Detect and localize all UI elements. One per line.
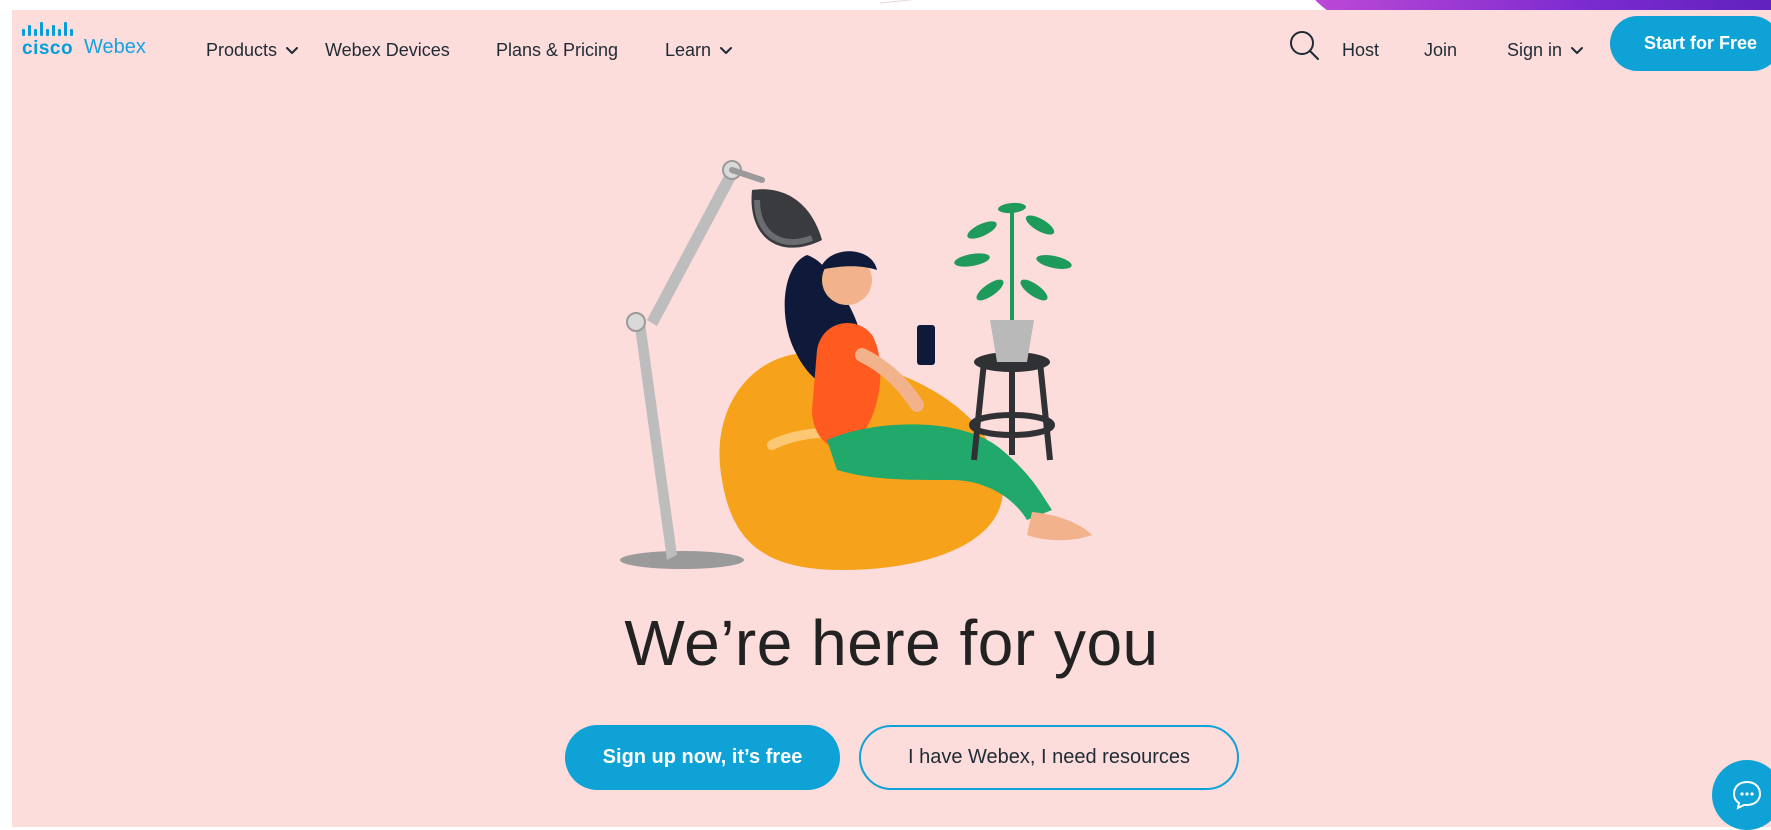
chevron-down-icon [720,46,733,54]
chevron-down-icon [286,46,299,54]
nav-webex-devices-label: Webex Devices [325,40,450,60]
nav-sign-in-label: Sign in [1507,40,1563,60]
search-icon[interactable] [1287,28,1321,62]
webex-wordmark: Webex [84,36,146,58]
resources-button[interactable]: I have Webex, I need resources [859,725,1239,790]
top-nav: cisco Webex Products Webex Devices Plans… [12,10,1771,82]
webex-home-page: cisco Webex Products Webex Devices Plans… [12,10,1771,830]
nav-products[interactable]: Products [206,40,299,61]
nav-products-label: Products [206,40,278,60]
nav-sign-in[interactable]: Sign in [1507,40,1584,61]
nav-plans-pricing-label: Plans & Pricing [496,40,619,60]
nav-learn-label: Learn [665,40,712,60]
chat-widget[interactable] [1712,760,1771,830]
nav-plans-pricing[interactable]: Plans & Pricing [496,40,618,61]
cisco-wordmark: cisco [22,38,74,59]
nav-host-label: Host [1342,40,1380,60]
cisco-webex-logo[interactable]: cisco Webex [22,16,172,64]
chat-icon [1732,780,1762,810]
nav-webex-devices[interactable]: Webex Devices [325,40,450,61]
nav-learn[interactable]: Learn [665,40,733,61]
sign-up-free-button[interactable]: Sign up now, it’s free [565,725,840,790]
nav-join[interactable]: Join [1424,40,1457,61]
start-for-free-button[interactable]: Start for Free [1610,16,1771,71]
chevron-down-icon [1571,46,1584,54]
nav-host[interactable]: Host [1342,40,1379,61]
hero-illustration [620,160,1092,570]
decorative-left-edge [0,0,12,827]
nav-join-label: Join [1424,40,1458,60]
plant-illustration [954,202,1072,461]
hero-headline: We’re here for you [624,607,1159,679]
